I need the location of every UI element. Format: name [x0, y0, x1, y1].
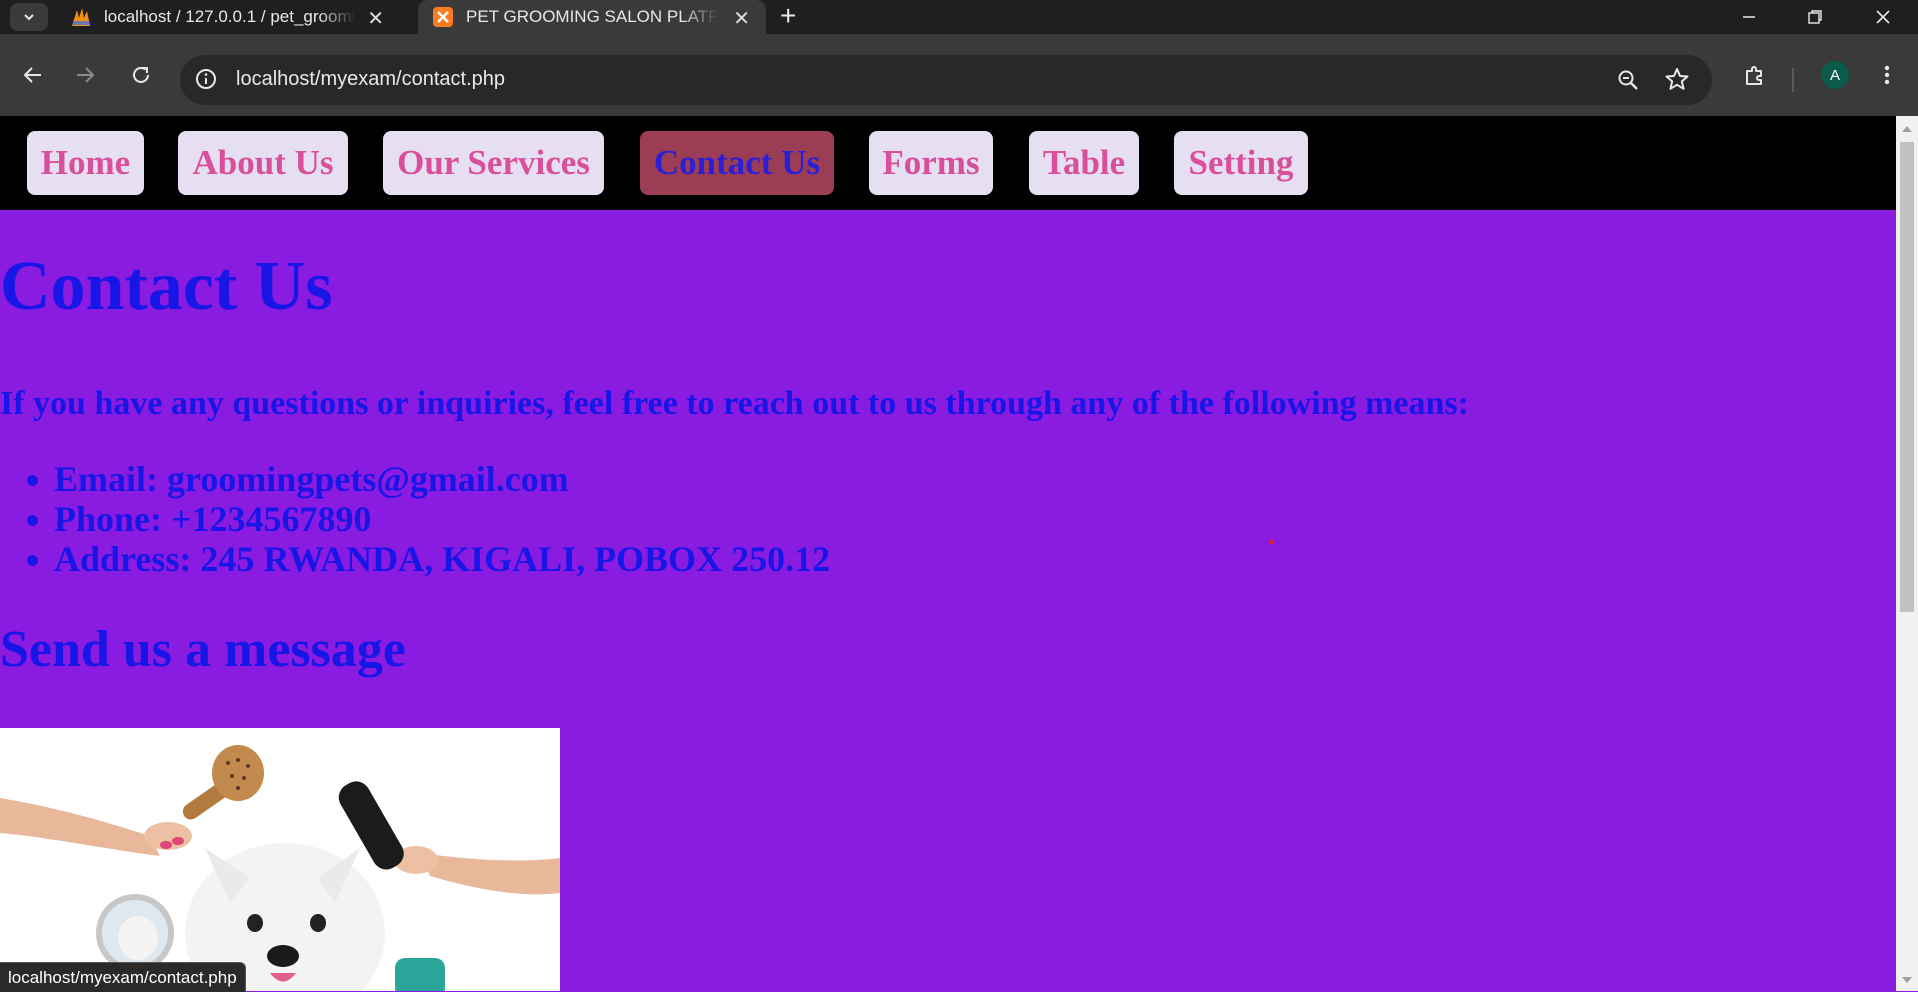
contact-email: Email: groomingpets@gmail.com: [0, 459, 830, 499]
reload-icon: [133, 66, 149, 83]
vertical-scrollbar[interactable]: [1896, 116, 1918, 991]
tab-title: PET GROOMING SALON PLATFORM: [466, 7, 718, 26]
url-text[interactable]: localhost/myexam/contact.php: [236, 68, 505, 91]
browser-tab-phpmyadmin[interactable]: localhost / 127.0.0.1 / pet_grooming ✕: [56, 0, 400, 34]
nav-forms[interactable]: Forms: [869, 131, 993, 195]
back-button[interactable]: [16, 58, 50, 92]
browser-toolbar: localhost/myexam/contact.php A: [0, 34, 1918, 116]
message-heading: Send us a message: [0, 621, 406, 678]
extensions-button[interactable]: [1736, 58, 1774, 92]
scroll-up-arrow-icon[interactable]: [1896, 120, 1918, 138]
profile-button[interactable]: A: [1818, 58, 1852, 92]
contact-phone: Phone: +1234567890: [0, 499, 830, 539]
contact-list: Email: groomingpets@gmail.com Phone: +12…: [0, 459, 830, 579]
minimize-button[interactable]: [1714, 0, 1784, 34]
arrow-right-icon: [77, 67, 95, 83]
nav-our-services[interactable]: Our Services: [383, 131, 604, 195]
restore-icon: [1808, 10, 1822, 24]
zoom-icon[interactable]: [1616, 68, 1640, 92]
chevron-down-icon: [24, 14, 34, 21]
phpmyadmin-icon: [72, 8, 90, 26]
avatar: A: [1821, 61, 1849, 89]
browser-tab-active[interactable]: PET GROOMING SALON PLATFORM ✕: [418, 0, 766, 34]
nav-home[interactable]: Home: [27, 131, 144, 195]
decorative-dot: [1270, 540, 1274, 544]
minimize-icon: [1743, 16, 1755, 18]
reload-button[interactable]: [124, 58, 158, 92]
nav-contact-us[interactable]: Contact Us: [640, 131, 834, 195]
intro-text: If you have any questions or inquiries, …: [0, 385, 1469, 422]
more-vert-icon: [1884, 65, 1890, 85]
xampp-icon: [433, 7, 453, 27]
dog-grooming-photo: [0, 728, 560, 991]
close-tab-icon[interactable]: ✕: [367, 6, 384, 31]
dog-grooming-illustration: [0, 728, 560, 991]
nav-about-us[interactable]: About Us: [178, 131, 348, 195]
site-navbar: Home About Us Our Services Contact Us Fo…: [0, 116, 1896, 210]
puzzle-icon: [1746, 66, 1762, 85]
nav-table[interactable]: Table: [1029, 131, 1139, 195]
scroll-down-arrow-icon[interactable]: [1896, 971, 1918, 989]
close-tab-icon[interactable]: ✕: [733, 6, 750, 31]
nav-setting[interactable]: Setting: [1174, 131, 1308, 195]
new-tab-button[interactable]: +: [780, 2, 796, 30]
arrow-left-icon: [23, 67, 41, 83]
contact-address: Address: 245 RWANDA, KIGALI, POBOX 250.1…: [0, 539, 830, 579]
close-icon: [1876, 10, 1890, 24]
close-window-button[interactable]: [1848, 0, 1918, 34]
scrollbar-thumb[interactable]: [1900, 142, 1914, 612]
browser-menu-button[interactable]: [1872, 58, 1902, 92]
restore-button[interactable]: [1780, 0, 1850, 34]
page-title: Contact Us: [0, 248, 333, 325]
address-bar[interactable]: localhost/myexam/contact.php: [180, 55, 1712, 105]
bookmark-star-icon[interactable]: [1664, 66, 1690, 92]
forward-button[interactable]: [68, 58, 102, 92]
toolbar-divider: [1792, 68, 1794, 92]
link-status-bar: localhost/myexam/contact.php: [0, 962, 246, 992]
tab-search-button[interactable]: [10, 3, 48, 31]
info-icon[interactable]: [194, 67, 218, 91]
tab-strip: localhost / 127.0.0.1 / pet_grooming ✕ P…: [0, 0, 1918, 34]
page-viewport: Home About Us Our Services Contact Us Fo…: [0, 116, 1896, 991]
tab-title: localhost / 127.0.0.1 / pet_grooming: [104, 7, 356, 26]
